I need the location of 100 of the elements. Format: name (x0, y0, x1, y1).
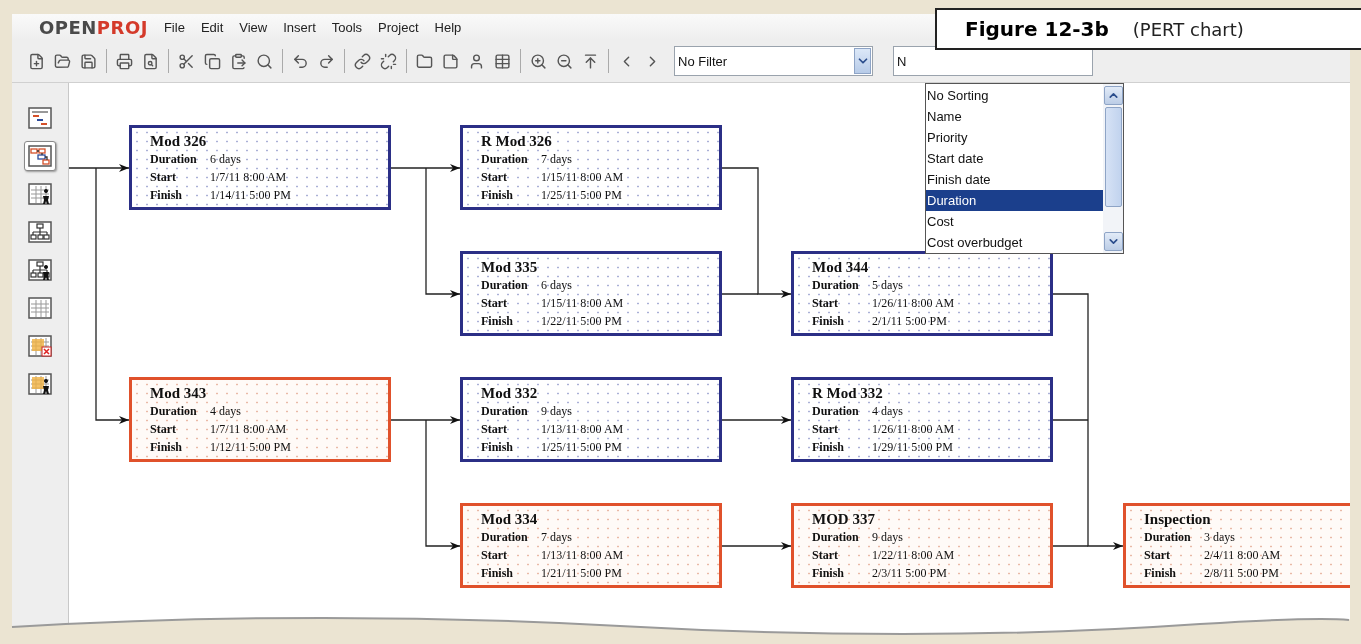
field-label: Start (150, 169, 177, 186)
colored-table-person-icon (28, 373, 52, 395)
field-value: 1/25/11 5:00 PM (541, 439, 622, 456)
filter-dropdown[interactable]: No Filter (674, 46, 873, 76)
field-label: Duration (481, 403, 529, 420)
task-node[interactable]: Mod 332 Duration 9 days Start 1/13/11 8:00 AM Finish 1/25/11 5:00 PM (460, 377, 722, 462)
field-label: Duration (812, 403, 860, 420)
field-label: Start (1144, 547, 1171, 564)
field-label: Start (481, 547, 508, 564)
task-node[interactable]: Mod 335 Duration 6 days Start 1/15/11 8:00 AM Finish 1/22/11 5:00 PM (460, 251, 722, 336)
unlink-icon[interactable] (380, 52, 397, 70)
menu-item[interactable]: Insert (275, 19, 324, 35)
sort-option[interactable]: Cost overbudget (926, 232, 1103, 253)
sort-option[interactable]: No Sorting (926, 85, 1103, 106)
undo-icon[interactable] (292, 52, 309, 70)
task-node[interactable]: Mod 334 Duration 7 days Start 1/13/11 8:00 AM Finish 1/21/11 5:00 PM (460, 503, 722, 588)
field-label: Duration (150, 151, 198, 168)
note-icon[interactable] (442, 52, 459, 70)
field-value: 2/3/11 5:00 PM (872, 565, 947, 582)
menu-item[interactable]: View (231, 19, 276, 35)
open-folder-icon[interactable] (54, 52, 71, 70)
connector-line (1052, 545, 1089, 547)
table-person-icon (28, 183, 52, 205)
field-value: 4 days (872, 403, 903, 420)
field-value: 1/29/11 5:00 PM (872, 439, 953, 456)
link-icon[interactable] (354, 52, 371, 70)
scrollbar[interactable] (1103, 84, 1123, 253)
field-label: Start (812, 547, 839, 564)
task-node[interactable]: R Mod 332 Duration 4 days Start 1/26/11 8:00 AM Finish 1/29/11 5:00 PM (791, 377, 1053, 462)
sort-option[interactable]: Priority (926, 127, 1103, 148)
task-name: Mod 334 (481, 510, 539, 528)
task-node[interactable]: Mod 344 Duration 5 days Start 1/26/11 8:00 AM Finish 2/1/11 5:00 PM (791, 251, 1053, 336)
field-label: Duration (812, 529, 860, 546)
field-value: 1/12/11 5:00 PM (210, 439, 291, 456)
gantt-chart-icon (28, 107, 52, 129)
menu-item[interactable]: File (155, 19, 193, 35)
field-value: 6 days (541, 277, 572, 294)
menu-item[interactable]: Edit (192, 19, 232, 35)
figure-title: (PERT chart) (1132, 18, 1244, 40)
field-label: Finish (481, 187, 514, 204)
field-value: 1/15/11 8:00 AM (541, 295, 624, 312)
scroll-to-top-icon[interactable] (582, 52, 599, 70)
sort-option[interactable]: Cost (926, 211, 1103, 232)
task-node[interactable]: Mod 326 Duration 6 days Start 1/7/11 8:00 AM Finish 1/14/11 5:00 PM (129, 125, 391, 210)
task-node[interactable]: MOD 337 Duration 9 days Start 1/22/11 8:00 AM Finish 2/3/11 5:00 PM (791, 503, 1053, 588)
new-file-icon[interactable] (28, 52, 45, 70)
task-name: MOD 337 (812, 510, 876, 528)
sort-option[interactable]: Finish date (926, 169, 1103, 190)
field-label: Duration (150, 403, 198, 420)
task-node[interactable]: R Mod 326 Duration 7 days Start 1/15/11 8:00 AM Finish 1/25/11 5:00 PM (460, 125, 722, 210)
menu-item[interactable]: Project (370, 19, 427, 35)
field-value: 9 days (872, 529, 903, 546)
field-label: Start (481, 169, 508, 186)
sort-option[interactable]: Name (926, 106, 1103, 127)
network-diagram-icon (28, 145, 52, 167)
zoom-in-icon[interactable] (530, 52, 547, 70)
task-node[interactable]: Mod 343 Duration 4 days Start 1/7/11 8:00 AM Finish 1/12/11 5:00 PM (129, 377, 391, 462)
redo-icon[interactable] (318, 52, 335, 70)
field-label: Start (812, 421, 839, 438)
field-label: Start (481, 421, 508, 438)
field-label: Finish (812, 313, 845, 330)
field-label: Finish (1144, 565, 1177, 582)
field-value: 2/4/11 8:00 AM (1204, 547, 1281, 564)
menu-item[interactable]: Help (426, 19, 470, 35)
paste-icon[interactable] (230, 52, 247, 70)
save-icon[interactable] (80, 52, 97, 70)
field-value: 1/22/11 8:00 AM (872, 547, 955, 564)
task-name: Mod 344 (812, 258, 870, 276)
grid-icon (28, 297, 52, 319)
field-value: 7 days (541, 151, 572, 168)
field-label: Finish (481, 439, 514, 456)
print-preview-icon[interactable] (142, 52, 159, 70)
field-value: 1/25/11 5:00 PM (541, 187, 622, 204)
field-label: Start (481, 295, 508, 312)
task-name: Mod 326 (150, 132, 208, 150)
field-label: Duration (481, 151, 529, 168)
app-logo: OPENPROJ (39, 16, 148, 38)
figure-number: Figure 12-3b (965, 17, 1109, 41)
field-label: Finish (150, 187, 183, 204)
person-icon[interactable] (468, 52, 485, 70)
field-label: Start (812, 295, 839, 312)
field-label: Duration (481, 277, 529, 294)
field-label: Finish (481, 313, 514, 330)
view-button[interactable] (24, 141, 56, 171)
field-value: 1/7/11 8:00 AM (210, 169, 287, 186)
table-icon[interactable] (494, 52, 511, 70)
cut-icon[interactable] (178, 52, 195, 70)
zoom-out-icon[interactable] (556, 52, 573, 70)
folder-icon[interactable] (416, 52, 433, 70)
hierarchy-icon (28, 221, 52, 243)
menu-item[interactable]: Tools (323, 19, 371, 35)
sort-option[interactable]: Duration (926, 190, 1103, 211)
field-label: Finish (481, 565, 514, 582)
print-icon[interactable] (116, 52, 133, 70)
task-node[interactable]: Inspection Duration 3 days Start 2/4/11 8:00 AM Finish 2/8/11 5:00 PM (1123, 503, 1350, 588)
field-label: Duration (1144, 529, 1192, 546)
field-value: 1/22/11 5:00 PM (541, 313, 622, 330)
search-icon[interactable] (256, 52, 273, 70)
copy-icon[interactable] (204, 52, 221, 70)
sort-option[interactable]: Start date (926, 148, 1103, 169)
